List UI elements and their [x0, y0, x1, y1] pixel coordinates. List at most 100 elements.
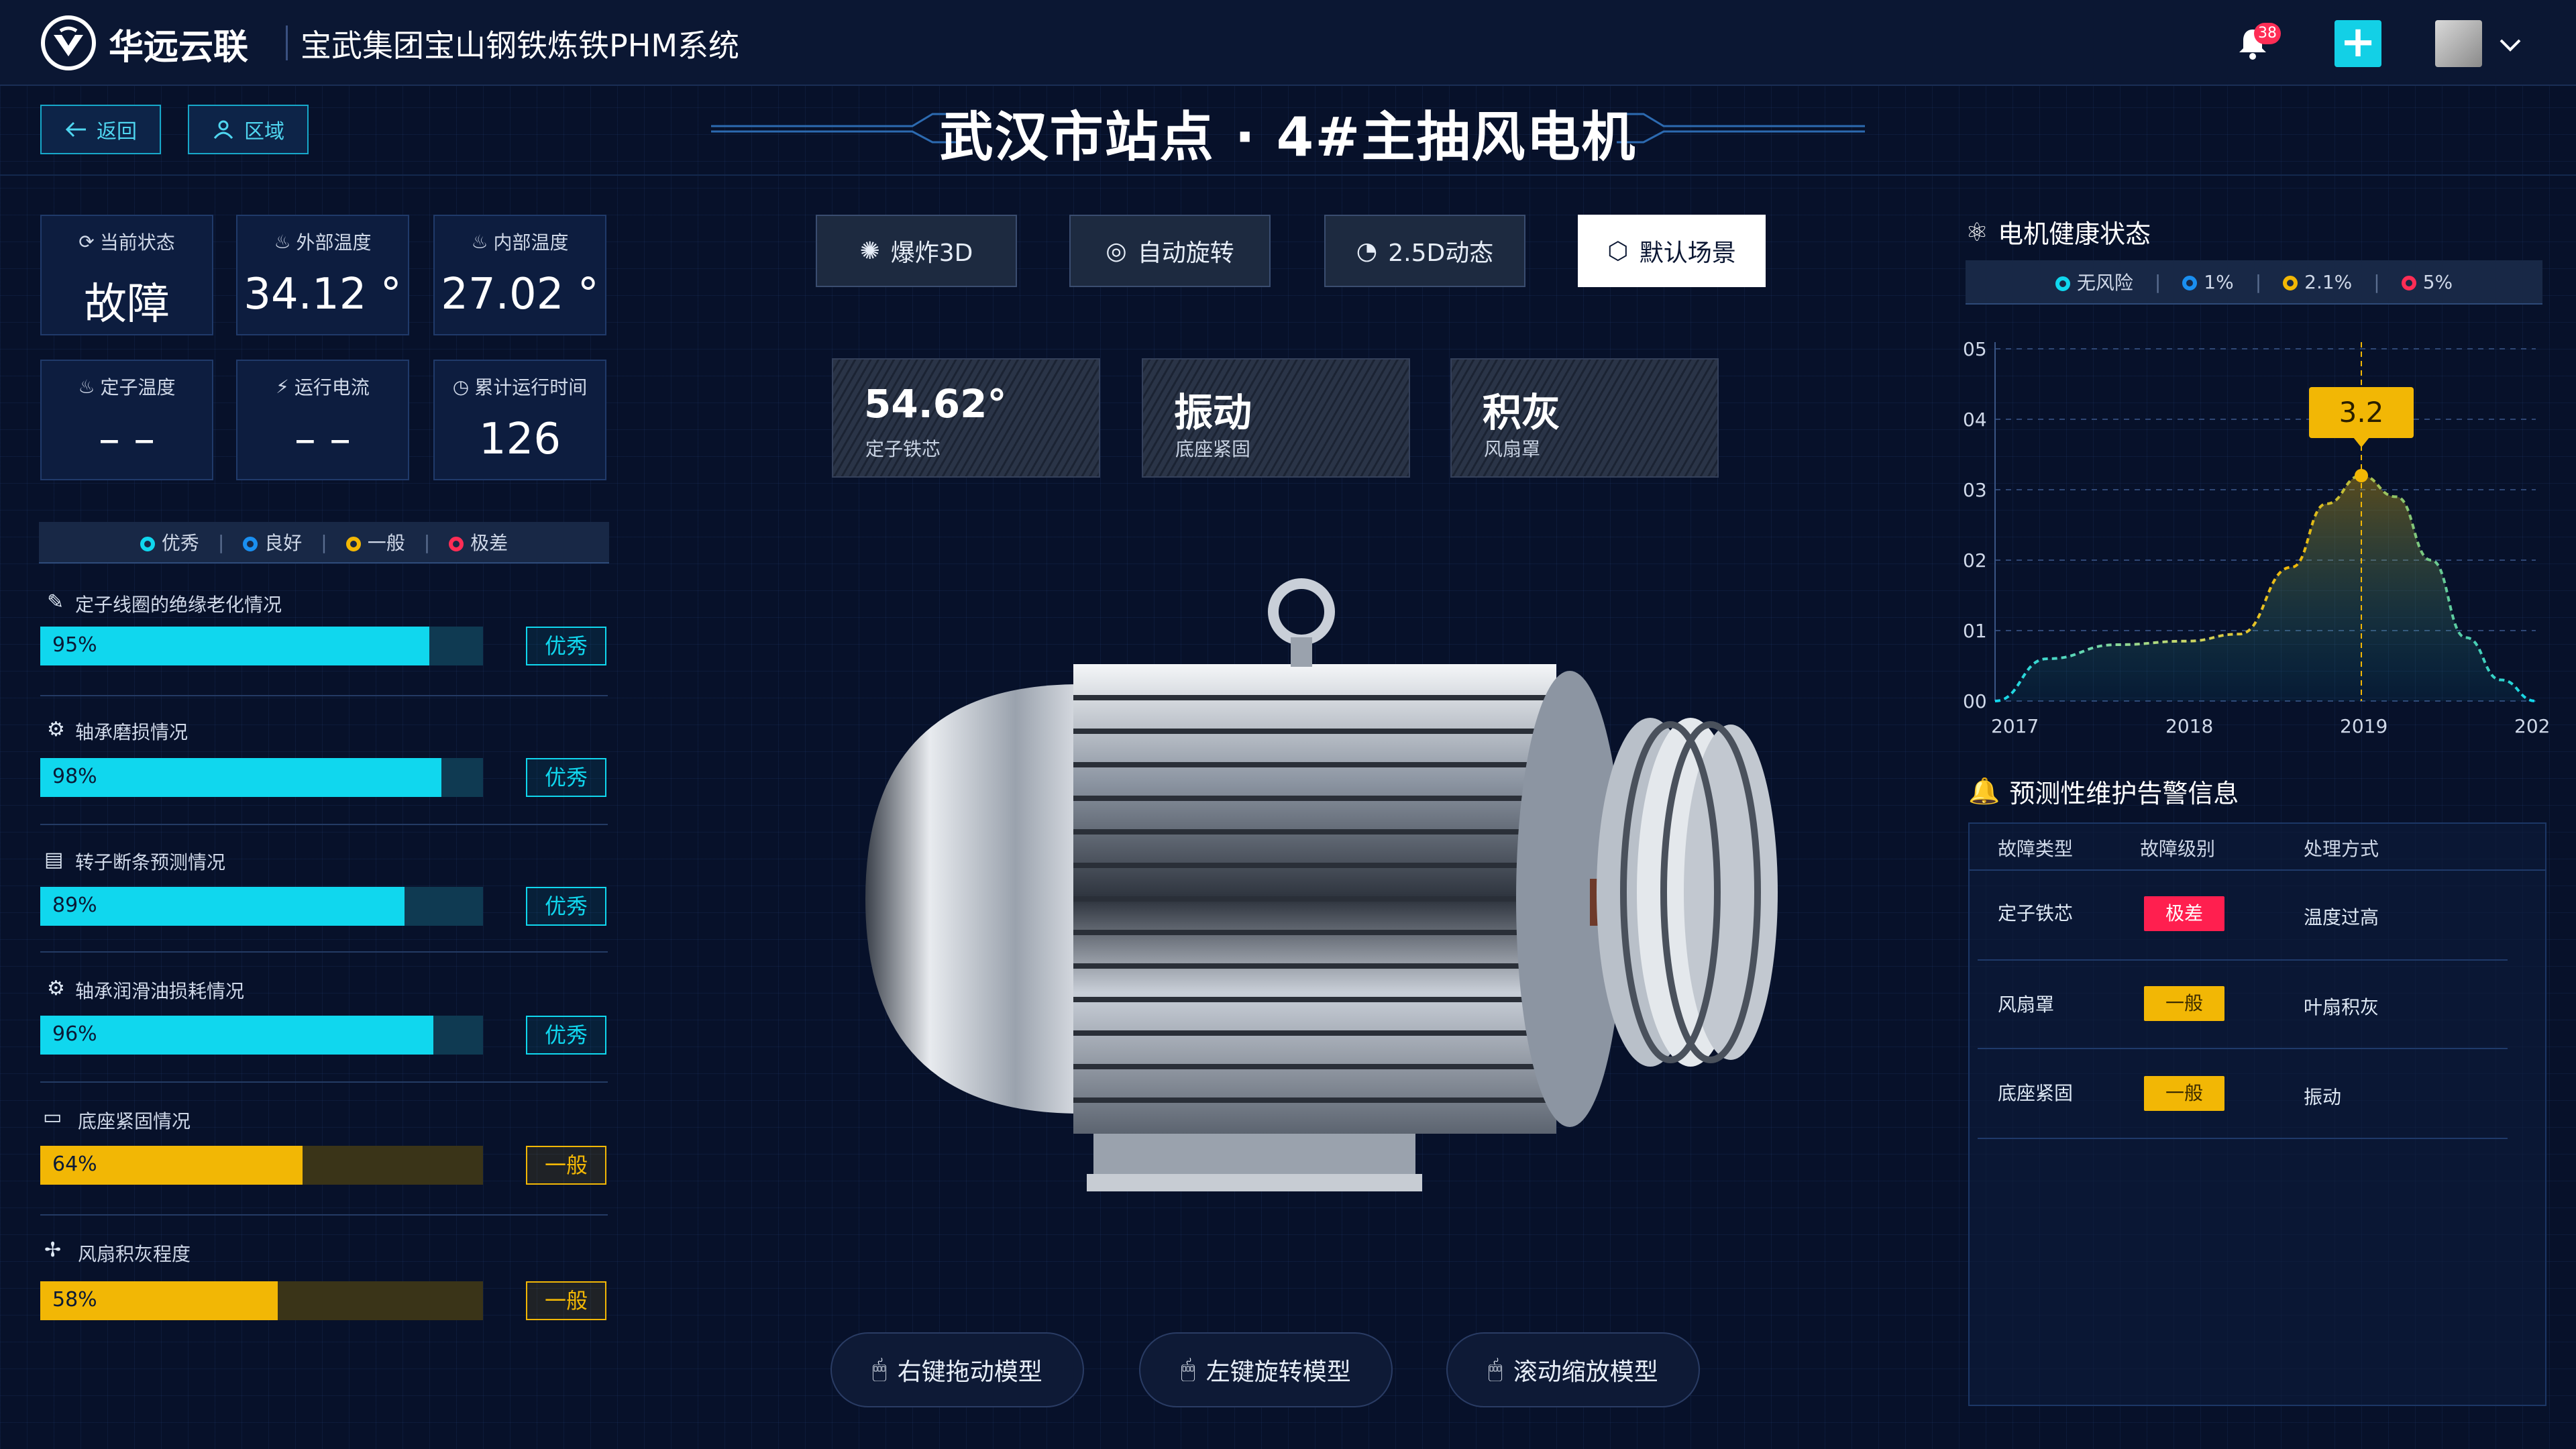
alert-action: 温度过高 — [2304, 906, 2379, 928]
motor-3d-model[interactable] — [825, 564, 1778, 1221]
alert-fault-type: 底座紧固 — [1998, 1082, 2074, 1104]
metric-bar-track: 64% — [40, 1146, 483, 1185]
legend-separator: | — [2154, 270, 2161, 293]
metric-grade-badge: 优秀 — [526, 1016, 606, 1055]
view-2-5d-button[interactable]: ◔ 2.5D动态 — [1324, 215, 1525, 287]
view-default-scene-button[interactable]: ⬡ 默认场景 — [1578, 215, 1766, 287]
bell-icon: 🔔 — [1968, 776, 2000, 806]
dynamic-icon: ◔ — [1356, 237, 1378, 265]
metric-percent: 96% — [52, 1022, 97, 1046]
legend-item-average: 一般 — [345, 529, 405, 555]
refresh-icon: ⟳ — [78, 230, 95, 253]
metric-bar-fill — [40, 627, 429, 665]
sun-icon: ✺ — [859, 237, 880, 265]
legend-label: 5% — [2422, 270, 2453, 293]
tag-base-fastening: 振动 底座紧固 — [1142, 358, 1410, 478]
fan-icon: ✢ — [44, 1238, 62, 1262]
legend-item-5pct: 5% — [2401, 270, 2453, 293]
column-header-fault-level: 故障级别 — [2140, 838, 2216, 860]
highlight-value-label: 3.2 — [2339, 396, 2384, 429]
lightning-icon: ⚡ — [276, 375, 289, 398]
mouse-icon: 🖱 — [1181, 1356, 1195, 1383]
row-divider — [1978, 1138, 2508, 1139]
status-card-value: – – — [294, 415, 352, 464]
status-card-runtime: ◷ 累计运行时间 126 — [433, 360, 606, 480]
metric-bar-track: 89% — [40, 887, 483, 926]
legend-label: 优秀 — [161, 532, 199, 554]
user-avatar[interactable] — [2435, 20, 2482, 67]
status-card-value: 27.02 ° — [441, 270, 599, 319]
pen-icon: ✎ — [47, 590, 64, 614]
thermometer-icon: ♨ — [471, 230, 488, 253]
metric-percent: 95% — [52, 633, 97, 657]
metric-label: 底座紧固情况 — [78, 1110, 191, 1132]
legend-label: 极差 — [470, 532, 508, 554]
back-button[interactable]: 返回 — [40, 105, 161, 154]
arrow-left-icon — [65, 121, 86, 138]
metric-percent: 89% — [52, 894, 97, 917]
x-tick-label: 2018 — [2165, 715, 2213, 737]
metric-divider — [40, 1214, 608, 1216]
gear-icon: ⚙ — [47, 718, 65, 741]
metric-divider — [40, 695, 608, 696]
hint-label: 左键旋转模型 — [1205, 1358, 1351, 1386]
grade-legend: 优秀 | 良好 | 一般 | 极差 — [39, 522, 609, 564]
alert-action: 振动 — [2304, 1086, 2342, 1108]
mouse-icon: 🖱 — [872, 1356, 887, 1383]
add-button[interactable]: + — [2334, 20, 2381, 67]
status-card-value: 126 — [478, 415, 561, 464]
base-icon: ▭ — [43, 1106, 62, 1129]
ring-icon — [449, 537, 464, 551]
metric-grade-badge: 优秀 — [526, 627, 606, 665]
region-button[interactable]: 区域 — [188, 105, 309, 154]
alert-fault-type: 定子铁芯 — [1998, 902, 2074, 924]
tag-caption: 底座紧固 — [1175, 438, 1251, 460]
highlight-label-pointer — [2353, 437, 2369, 447]
metric-grade-badge: 优秀 — [526, 887, 606, 926]
alert-level-badge: 一般 — [2144, 986, 2224, 1021]
notification-count-badge: 38 — [2254, 23, 2281, 44]
view-button-label: 爆炸3D — [890, 239, 973, 267]
tag-value: 振动 — [1174, 390, 1252, 435]
view-auto-rotate-button[interactable]: ◎ 自动旋转 — [1069, 215, 1271, 287]
tag-stator-core: 54.62° 定子铁芯 — [832, 358, 1100, 478]
tag-value: 积灰 — [1483, 390, 1561, 435]
status-card-label: 定子温度 — [100, 376, 176, 398]
legend-label: 2.1% — [2304, 270, 2353, 293]
hint-scroll-zoom-button[interactable]: 🖱 滚动缩放模型 — [1446, 1332, 1700, 1407]
view-explode-3d-button[interactable]: ✺ 爆炸3D — [816, 215, 1017, 287]
legend-item-poor: 极差 — [449, 529, 508, 555]
health-title-text: 电机健康状态 — [1998, 219, 2151, 249]
metric-bar-track: 95% — [40, 627, 483, 665]
metric-percent: 58% — [52, 1288, 97, 1311]
tag-fan-cover: 积灰 风扇罩 — [1450, 358, 1719, 478]
legend-label: 无风险 — [2076, 272, 2133, 294]
thermometer-icon: ♨ — [274, 230, 291, 253]
y-tick-label: 03 — [1963, 479, 1987, 501]
rotor-icon: ▤ — [44, 848, 64, 871]
metric-label: 转子断条预测情况 — [75, 851, 226, 873]
hint-left-rotate-button[interactable]: 🖱 左键旋转模型 — [1139, 1332, 1393, 1407]
metric-bar-fill — [40, 758, 442, 797]
hint-right-drag-button[interactable]: 🖱 右键拖动模型 — [830, 1332, 1084, 1407]
chevron-down-icon[interactable] — [2497, 35, 2524, 55]
metric-bar-fill — [40, 1016, 434, 1055]
status-card-value: 34.12 ° — [244, 270, 402, 319]
metric-grade-badge: 一般 — [526, 1146, 606, 1185]
users-icon — [213, 120, 233, 139]
alerts-title-text: 预测性维护告警信息 — [2009, 779, 2239, 808]
status-card-current: ⚡ 运行电流 – – — [236, 360, 409, 480]
status-card-value: 故障 — [84, 280, 170, 329]
bearing-icon: ⚙ — [47, 977, 65, 1000]
y-tick-label: 01 — [1963, 620, 1987, 642]
highlight-point — [2355, 469, 2368, 482]
alerts-section-title: 🔔 预测性维护告警信息 — [1968, 773, 2239, 810]
region-button-label: 区域 — [244, 120, 284, 144]
ring-icon — [2283, 275, 2298, 290]
metric-label: 风扇积灰程度 — [78, 1243, 191, 1265]
metric-label: 定子线圈的绝缘老化情况 — [75, 594, 282, 616]
y-tick-label: 00 — [1963, 690, 1987, 712]
legend-separator: | — [423, 531, 431, 553]
metric-bar-track: 96% — [40, 1016, 483, 1055]
table-header-divider — [1968, 869, 2546, 871]
